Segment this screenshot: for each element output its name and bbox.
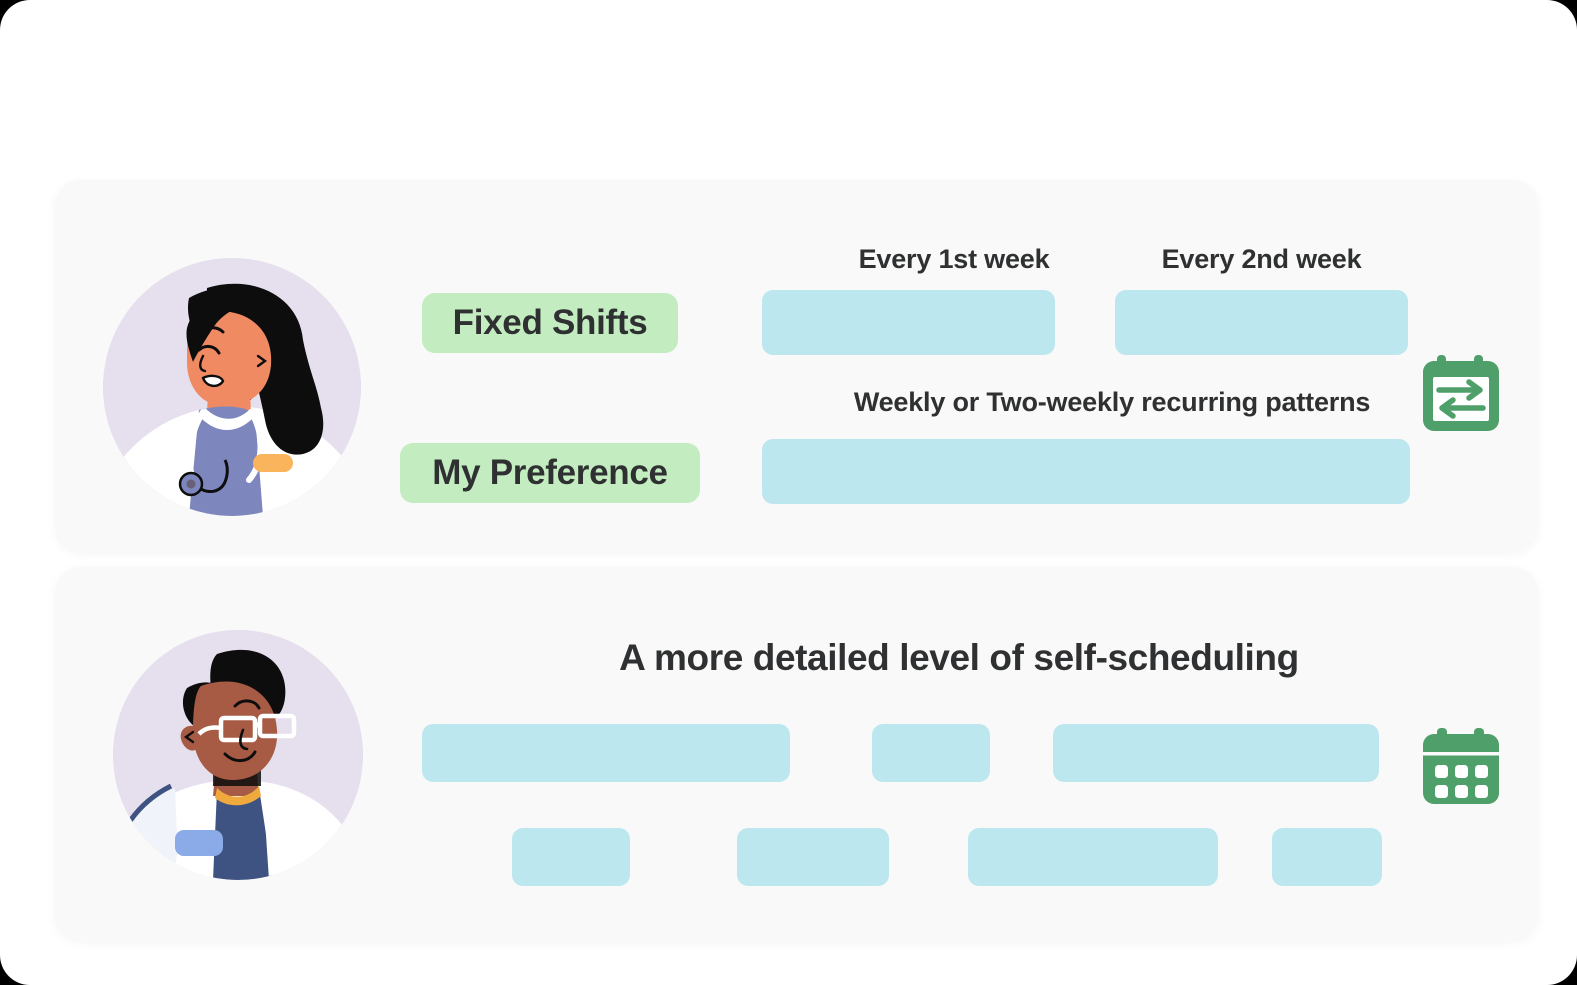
detail-placeholder-1[interactable]: [422, 724, 790, 782]
shift-swap-calendar-icon: [1420, 352, 1502, 434]
week-1-placeholder[interactable]: [762, 290, 1055, 355]
detail-placeholder-6[interactable]: [968, 828, 1218, 886]
doctor-avatar: [113, 630, 363, 880]
badge-fixed-shifts[interactable]: Fixed Shifts: [422, 293, 678, 353]
detail-placeholder-2[interactable]: [872, 724, 990, 782]
detail-placeholder-4[interactable]: [512, 828, 630, 886]
card-self-scheduling: A more detailed level of self-scheduling: [55, 567, 1538, 941]
page-title-self-scheduling: A more detailed level of self-scheduling: [619, 637, 1299, 678]
calendar-grid-icon: [1420, 725, 1502, 807]
detail-placeholder-5[interactable]: [737, 828, 889, 886]
detail-placeholder-7[interactable]: [1272, 828, 1382, 886]
page-root: Fixed Shifts My Preference Every 1st wee…: [0, 0, 1577, 985]
nurse-avatar: [103, 258, 361, 516]
badge-my-preference[interactable]: My Preference: [400, 443, 700, 503]
card-fixed-shifts: Fixed Shifts My Preference Every 1st wee…: [55, 180, 1538, 552]
label-every-1st-week: Every 1st week: [858, 244, 1050, 274]
week-2-placeholder[interactable]: [1115, 290, 1408, 355]
label-recurring-patterns: Weekly or Two-weekly recurring patterns: [853, 387, 1371, 417]
label-every-2nd-week: Every 2nd week: [1161, 244, 1362, 274]
recurring-pattern-placeholder[interactable]: [762, 439, 1410, 504]
detail-placeholder-3[interactable]: [1053, 724, 1379, 782]
